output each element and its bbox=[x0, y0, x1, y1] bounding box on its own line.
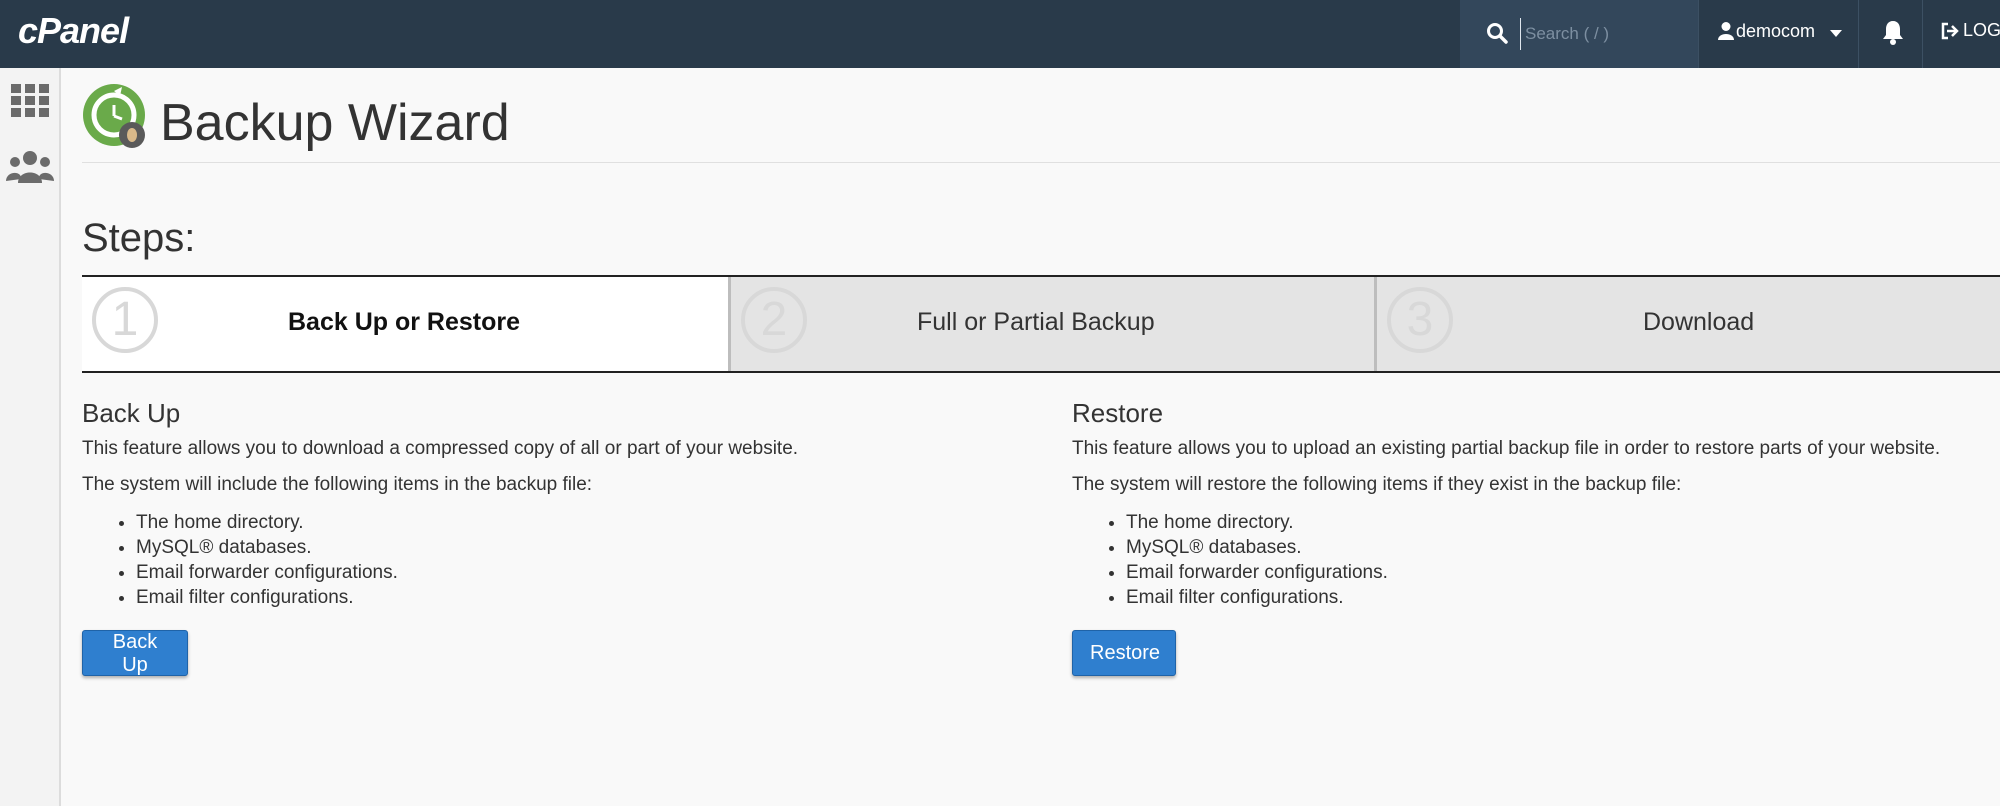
divider bbox=[1698, 0, 1699, 68]
list-item: Email filter configurations. bbox=[136, 585, 1062, 610]
step-download: 3 Download bbox=[1374, 277, 2000, 371]
backup-heading: Back Up bbox=[82, 398, 1062, 429]
list-item: Email filter configurations. bbox=[1126, 585, 2000, 610]
step-label: Back Up or Restore bbox=[288, 308, 520, 337]
steps-bar: 1 Back Up or Restore 2 Full or Partial B… bbox=[82, 275, 2000, 373]
username: democom bbox=[1736, 21, 1815, 42]
restore-list-intro: The system will restore the following it… bbox=[1072, 474, 2000, 496]
step-label: Download bbox=[1643, 308, 1754, 337]
list-item: MySQL® databases. bbox=[1126, 535, 2000, 560]
user-icon bbox=[1718, 21, 1734, 41]
list-item: MySQL® databases. bbox=[136, 535, 1062, 560]
page-title: Backup Wizard bbox=[160, 93, 510, 153]
step-label: Full or Partial Backup bbox=[917, 308, 1155, 337]
restore-heading: Restore bbox=[1072, 398, 2000, 429]
backup-wizard-icon bbox=[82, 83, 148, 151]
list-item: The home directory. bbox=[136, 510, 1062, 535]
divider bbox=[1922, 0, 1923, 68]
bell-icon[interactable] bbox=[1882, 19, 1904, 45]
top-navbar: cPanel democom LOGOUT bbox=[0, 0, 2000, 68]
backup-section: Back Up This feature allows you to downl… bbox=[82, 398, 1062, 610]
step-number: 2 bbox=[741, 287, 807, 353]
logout-icon bbox=[1940, 22, 1960, 40]
search-icon bbox=[1486, 22, 1508, 44]
title-divider bbox=[82, 162, 2000, 163]
cpanel-logo[interactable]: cPanel bbox=[18, 10, 128, 52]
back-up-button[interactable]: Back Up bbox=[82, 630, 188, 676]
divider bbox=[1858, 0, 1859, 68]
restore-items-list: The home directory. MySQL® databases. Em… bbox=[1072, 510, 2000, 610]
restore-description: This feature allows you to upload an exi… bbox=[1072, 438, 2000, 460]
user-menu[interactable]: democom bbox=[1700, 0, 1858, 68]
list-item: Email forwarder configurations. bbox=[136, 560, 1062, 585]
step-number: 1 bbox=[92, 287, 158, 353]
list-item: Email forwarder configurations. bbox=[1126, 560, 2000, 585]
users-icon[interactable] bbox=[6, 149, 54, 185]
chevron-down-icon bbox=[1830, 30, 1842, 37]
restore-button[interactable]: Restore bbox=[1072, 630, 1176, 676]
search-input[interactable] bbox=[1520, 18, 1687, 50]
logout-label: LOGOUT bbox=[1963, 20, 2000, 41]
list-item: The home directory. bbox=[1126, 510, 2000, 535]
grid-icon[interactable] bbox=[11, 84, 49, 118]
search-box[interactable] bbox=[1460, 0, 1698, 68]
steps-heading: Steps: bbox=[82, 216, 195, 261]
step-full-or-partial-backup: 2 Full or Partial Backup bbox=[728, 277, 1374, 371]
backup-items-list: The home directory. MySQL® databases. Em… bbox=[82, 510, 1062, 610]
sidebar bbox=[0, 68, 61, 806]
backup-description: This feature allows you to download a co… bbox=[82, 438, 1062, 460]
step-back-up-or-restore: 1 Back Up or Restore bbox=[82, 277, 728, 371]
backup-list-intro: The system will include the following it… bbox=[82, 474, 1062, 496]
step-number: 3 bbox=[1387, 287, 1453, 353]
restore-section: Restore This feature allows you to uploa… bbox=[1072, 398, 2000, 610]
